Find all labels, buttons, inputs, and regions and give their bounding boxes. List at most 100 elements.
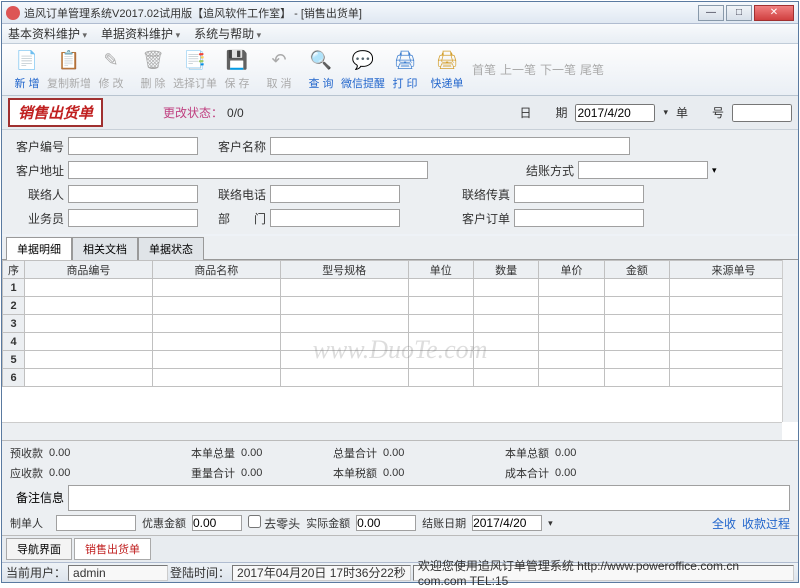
col-header[interactable]: 商品编号 [25, 261, 153, 279]
col-header[interactable]: 数量 [473, 261, 538, 279]
new-button[interactable]: 📄新 增 [6, 46, 48, 94]
save-button[interactable]: 💾保 存 [216, 46, 258, 94]
date-input[interactable] [575, 104, 655, 122]
cell[interactable] [408, 351, 473, 369]
query-button[interactable]: 🔍查 询 [300, 46, 342, 94]
cell[interactable] [152, 351, 280, 369]
cell[interactable] [670, 369, 798, 387]
cell[interactable] [604, 297, 669, 315]
cell[interactable] [280, 369, 408, 387]
cell[interactable] [152, 315, 280, 333]
cell[interactable] [152, 279, 280, 297]
tab-shipping[interactable]: 销售出货单 [74, 538, 151, 560]
round-checkbox[interactable] [248, 515, 261, 528]
cell[interactable] [408, 369, 473, 387]
col-header[interactable]: 序 [3, 261, 25, 279]
col-header[interactable]: 型号规格 [280, 261, 408, 279]
contact-input[interactable] [68, 185, 198, 203]
custname-input[interactable] [270, 137, 630, 155]
maker-input[interactable] [56, 515, 136, 531]
cell[interactable] [604, 279, 669, 297]
select-order-button[interactable]: 📑选择订单 [174, 46, 216, 94]
cell[interactable] [539, 279, 604, 297]
custno-input[interactable] [68, 137, 198, 155]
col-header[interactable]: 金额 [604, 261, 669, 279]
cell[interactable] [408, 315, 473, 333]
sales-input[interactable] [68, 209, 198, 227]
phone-input[interactable] [270, 185, 400, 203]
cell[interactable] [25, 369, 153, 387]
memo-input[interactable] [68, 485, 790, 511]
cell[interactable] [280, 315, 408, 333]
dept-input[interactable] [270, 209, 400, 227]
cell[interactable] [539, 333, 604, 351]
cell[interactable] [473, 333, 538, 351]
col-header[interactable]: 来源单号 [670, 261, 798, 279]
cell[interactable] [25, 351, 153, 369]
cell[interactable] [408, 297, 473, 315]
real-input[interactable] [356, 515, 416, 531]
cell[interactable] [152, 333, 280, 351]
col-header[interactable]: 单位 [408, 261, 473, 279]
cell[interactable] [152, 369, 280, 387]
tab-docs[interactable]: 相关文档 [72, 237, 138, 260]
cell[interactable] [604, 333, 669, 351]
cell[interactable] [280, 279, 408, 297]
close-button[interactable]: ✕ [754, 5, 794, 21]
addr-input[interactable] [68, 161, 428, 179]
cancel-button[interactable]: ↶取 消 [258, 46, 300, 94]
cell[interactable] [604, 351, 669, 369]
minimize-button[interactable]: — [698, 5, 724, 21]
paydate-input[interactable] [472, 515, 542, 531]
tab-status[interactable]: 单据状态 [138, 237, 204, 260]
cell[interactable] [152, 297, 280, 315]
table-row[interactable]: 3 [3, 315, 798, 333]
nav-prev[interactable]: 上一笔 [500, 61, 536, 78]
cell[interactable] [670, 351, 798, 369]
cell[interactable] [25, 315, 153, 333]
docno-input[interactable] [732, 104, 792, 122]
delete-button[interactable]: 🗑删 除 [132, 46, 174, 94]
cell[interactable] [604, 369, 669, 387]
cell[interactable] [539, 351, 604, 369]
cell[interactable] [539, 297, 604, 315]
cell[interactable] [25, 297, 153, 315]
table-row[interactable]: 1 [3, 279, 798, 297]
col-header[interactable]: 商品名称 [152, 261, 280, 279]
fax-input[interactable] [514, 185, 644, 203]
cell[interactable] [280, 351, 408, 369]
cell[interactable] [473, 369, 538, 387]
copy-new-button[interactable]: 📋复制新增 [48, 46, 90, 94]
cell[interactable] [473, 315, 538, 333]
custorder-input[interactable] [514, 209, 644, 227]
cell[interactable] [473, 279, 538, 297]
collect-process-link[interactable]: 收款过程 [742, 515, 790, 532]
nav-next[interactable]: 下一笔 [540, 61, 576, 78]
cell[interactable] [670, 279, 798, 297]
detail-grid[interactable]: 序商品编号商品名称型号规格单位数量单价金额来源单号 123456 www.Duo… [2, 260, 798, 440]
disc-input[interactable] [192, 515, 242, 531]
paytype-input[interactable] [578, 161, 708, 179]
cell[interactable] [670, 333, 798, 351]
cell[interactable] [408, 333, 473, 351]
express-button[interactable]: 🖨快递单 [426, 46, 468, 94]
col-header[interactable]: 单价 [539, 261, 604, 279]
edit-button[interactable]: ✎修 改 [90, 46, 132, 94]
table-row[interactable]: 4 [3, 333, 798, 351]
nav-last[interactable]: 尾笔 [580, 61, 604, 78]
cell[interactable] [25, 279, 153, 297]
menu-basic[interactable]: 基本资料维护 [8, 25, 87, 42]
scrollbar-vertical[interactable] [782, 260, 798, 422]
table-row[interactable]: 2 [3, 297, 798, 315]
cell[interactable] [25, 333, 153, 351]
cell[interactable] [670, 297, 798, 315]
cell[interactable] [539, 369, 604, 387]
cell[interactable] [473, 297, 538, 315]
cell[interactable] [539, 315, 604, 333]
table-row[interactable]: 5 [3, 351, 798, 369]
cell[interactable] [280, 297, 408, 315]
menu-docs[interactable]: 单据资料维护 [101, 25, 180, 42]
cell[interactable] [408, 279, 473, 297]
nav-first[interactable]: 首笔 [472, 61, 496, 78]
cell[interactable] [473, 351, 538, 369]
